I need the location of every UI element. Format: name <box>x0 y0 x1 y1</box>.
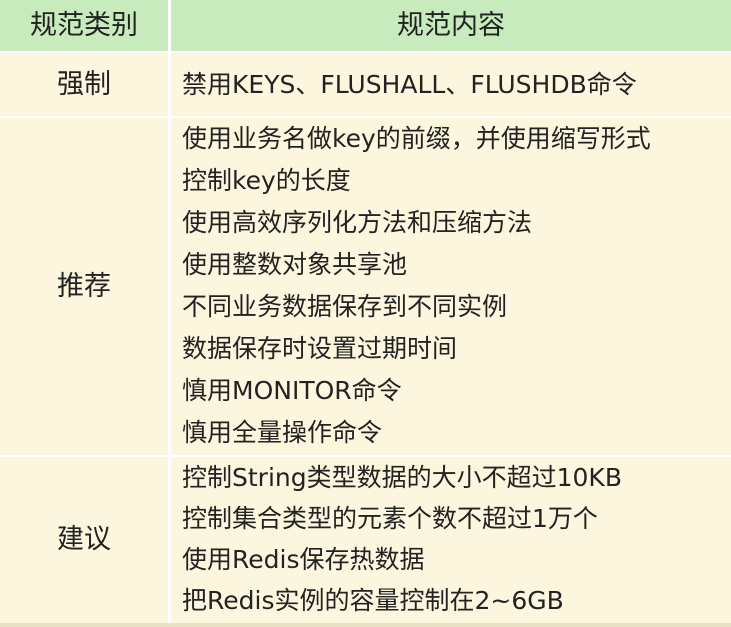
rule-item: 控制String类型数据的大小不超过10KB <box>182 463 622 492</box>
spec-table: 规范类别 规范内容 强制 推荐 建议 禁用KEYS、FLUSHALL、FLUSH… <box>0 0 731 627</box>
rule-item: 使用高效序列化方法和压缩方法 <box>182 208 533 237</box>
category-cell-recommended: 推荐 <box>57 271 111 302</box>
rule-item: 把Redis实例的容量控制在2~6GB <box>182 586 564 615</box>
rule-item: 不同业务数据保存到不同实例 <box>182 292 508 321</box>
category-cell-mandatory: 强制 <box>57 69 111 100</box>
header-content: 规范内容 <box>397 10 505 41</box>
column-divider <box>168 0 171 627</box>
category-cell-suggested: 建议 <box>57 524 111 555</box>
rule-item: 慎用全量操作命令 <box>182 418 383 447</box>
rule-item: 控制key的长度 <box>182 166 351 195</box>
rule-item: 使用整数对象共享池 <box>182 250 408 279</box>
rule-item: 数据保存时设置过期时间 <box>182 334 458 363</box>
rule-item: 使用Redis保存热数据 <box>182 545 425 574</box>
table-header: 规范类别 规范内容 <box>0 0 731 53</box>
rule-item: 使用业务名做key的前缀，并使用缩写形式 <box>182 124 651 153</box>
rule-item: 控制集合类型的元素个数不超过1万个 <box>182 504 598 533</box>
table-bottom-edge <box>0 623 731 627</box>
header-category: 规范类别 <box>30 10 138 41</box>
rule-item: 禁用KEYS、FLUSHALL、FLUSHDB命令 <box>182 70 637 99</box>
rule-item: 慎用MONITOR命令 <box>182 376 402 405</box>
